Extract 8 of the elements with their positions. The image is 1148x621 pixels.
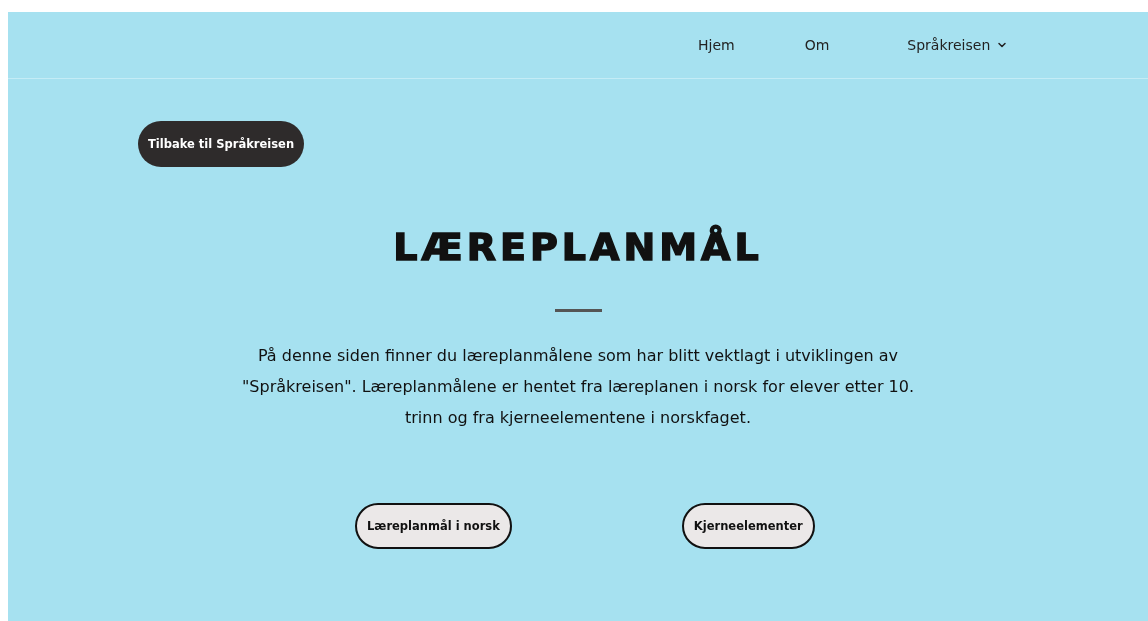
link-button[interactable]: Kjerneelementer [681,503,815,549]
back-button[interactable]: Tilbake til Språkreisen [138,121,305,167]
nav-link[interactable]: Språkreisen [897,37,1019,53]
link-button[interactable]: Læreplanmål i norsk [355,503,512,549]
intro-paragraph: På denne siden finner du læreplanmålene som har blitt vektlagt i utviklingen av "Språkreisen". Læreplanmålene er hentet fra læreplanen i norsk for elever etter 10. trinn og fra kjerneelementene i norskfaget. [241,345,915,429]
page-title: LÆREPLANMÅL [392,225,764,269]
nav-link[interactable]: Om [794,37,840,53]
nav-link[interactable]: Hjem [688,37,745,53]
